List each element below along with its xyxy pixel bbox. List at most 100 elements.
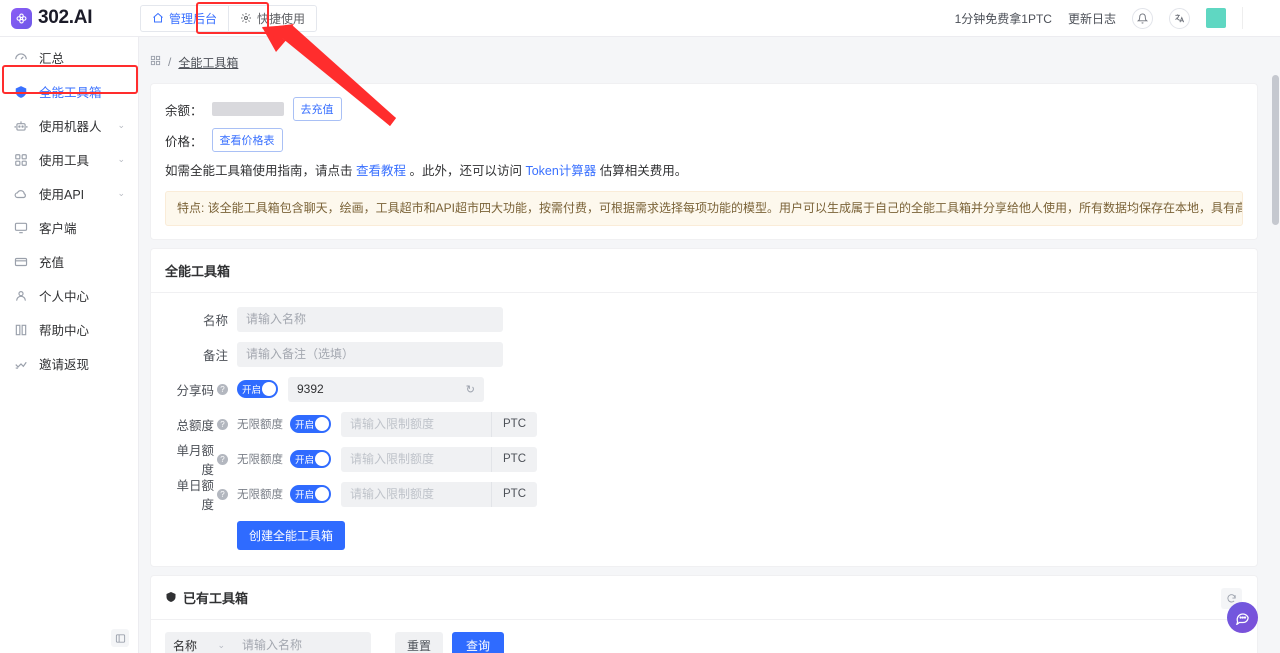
daily-quota-unlimited-label: 无限额度: [237, 489, 283, 502]
toolbox-icon: [165, 591, 177, 603]
filter-bar: 名称 ⌄ 重置 查询: [151, 620, 1257, 653]
sidebar-item-tools-label: 使用工具: [39, 154, 90, 168]
book-icon: [14, 323, 28, 337]
breadcrumb-separator: /: [168, 55, 172, 69]
avatar-right-pad: [1242, 7, 1268, 29]
token-calculator-link[interactable]: Token计算器: [525, 164, 596, 178]
create-toolbox-button[interactable]: 创建全能工具箱: [237, 520, 346, 550]
handshake-icon: [14, 357, 28, 371]
monthly-quota-input[interactable]: [341, 446, 491, 472]
total-quota-unit: PTC: [491, 411, 537, 437]
name-label: 名称: [202, 313, 228, 328]
toggle-knob: [315, 417, 329, 432]
name-row: 名称: [165, 306, 1243, 332]
page-scrollbar[interactable]: [1272, 75, 1279, 225]
monthly-quota-unit: PTC: [491, 446, 537, 472]
feature-notice: 特点: 该全能工具箱包含聊天，绘画，工具超市和API超市四大功能，按需付费，可根…: [165, 191, 1243, 226]
collapse-sidebar-icon[interactable]: [111, 629, 129, 647]
remark-input[interactable]: [237, 341, 503, 367]
translate-icon[interactable]: [1169, 7, 1190, 29]
tab-admin-console[interactable]: 管理后台: [140, 4, 229, 32]
reset-button[interactable]: 重置: [395, 631, 444, 653]
bell-icon[interactable]: [1132, 7, 1153, 29]
monthly-quota-label-text: 单月额度: [176, 444, 214, 478]
avatar[interactable]: [1206, 8, 1226, 28]
total-quota-label-text: 总额度: [176, 418, 214, 433]
sharecode-row: 分享码 ? 开启 9392 ↻: [165, 376, 1243, 402]
total-quota-label: 总额度 ?: [165, 415, 228, 434]
wallet-icon: [14, 255, 28, 269]
feature-notice-text: 特点: 该全能工具箱包含聊天，绘画，工具超市和API超市四大功能，按需付费，可根…: [177, 201, 1243, 215]
breadcrumb: / 全能工具箱: [139, 49, 1280, 75]
chevron-down-icon[interactable]: ⌄: [117, 188, 125, 199]
total-quota-toggle[interactable]: 开启: [290, 415, 331, 434]
tab-quick-use[interactable]: 快捷使用: [228, 4, 318, 32]
help-icon[interactable]: ?: [217, 383, 228, 395]
brand-name: 302.AI: [38, 7, 93, 28]
remark-label: 备注: [202, 348, 228, 363]
monthly-quota-label: 单月额度 ?: [165, 440, 228, 478]
view-price-table-button[interactable]: 查看价格表: [211, 128, 283, 152]
top-bar: 302.AI 管理后台 快捷使用 1分钟免费拿1PTC 更新日志: [0, 0, 1280, 37]
content-area: / 全能工具箱 余额： 去充值 价格： 查看价格表 如需全能工具箱使用指南，请点…: [139, 37, 1280, 653]
view-tutorial-link[interactable]: 查看教程: [356, 164, 406, 178]
sidebar-item-profile[interactable]: 个人中心: [0, 282, 138, 309]
sidebar: 汇总 全能工具箱 使用机器人 ⌄ 使用工具 ⌄ 使用API ⌄ 客户端 充值 个…: [0, 37, 139, 653]
daily-quota-label-text: 单日额度: [176, 479, 214, 513]
sharecode-toggle[interactable]: 开启: [237, 380, 278, 399]
home-icon: [152, 12, 164, 24]
sidebar-item-client[interactable]: 客户端: [0, 214, 138, 241]
grid-home-icon[interactable]: [150, 55, 161, 69]
monthly-quota-unlimited-label: 无限额度: [237, 454, 283, 467]
sidebar-item-api[interactable]: 使用API ⌄: [0, 180, 138, 207]
balance-row: 余额： 去充值: [165, 97, 1243, 121]
top-right-actions: 1分钟免费拿1PTC 更新日志: [955, 7, 1280, 29]
sidebar-item-toolbox[interactable]: 全能工具箱: [0, 78, 138, 105]
sidebar-item-tools[interactable]: 使用工具 ⌄: [0, 146, 138, 173]
refresh-icon[interactable]: ↻: [466, 383, 475, 396]
sidebar-item-summary-label: 汇总: [39, 52, 65, 66]
help-icon[interactable]: ?: [217, 418, 228, 430]
toggle-knob: [315, 487, 329, 502]
name-input[interactable]: [237, 306, 503, 332]
help-icon[interactable]: ?: [217, 453, 228, 465]
recharge-button[interactable]: 去充值: [292, 97, 342, 121]
monthly-quota-toggle[interactable]: 开启: [290, 450, 331, 469]
total-quota-toggle-label: 开启: [295, 420, 315, 432]
promo-link[interactable]: 1分钟免费拿1PTC: [955, 10, 1052, 27]
changelog-link[interactable]: 更新日志: [1068, 10, 1116, 27]
filter-field-select[interactable]: 名称 ⌄: [165, 632, 233, 653]
sidebar-item-invite[interactable]: 邀请返现: [0, 350, 138, 377]
tab-quick-use-label: 快捷使用: [257, 11, 306, 26]
chat-bubble-icon[interactable]: [1227, 602, 1258, 633]
daily-quota-row: 单日额度 ? 无限额度 开启 PTC: [165, 479, 1243, 512]
app-root: 302.AI 管理后台 快捷使用 1分钟免费拿1PTC 更新日志 汇总 全能工具…: [0, 0, 1280, 653]
breadcrumb-current[interactable]: 全能工具箱: [178, 54, 238, 71]
sidebar-item-invite-label: 邀请返现: [39, 358, 90, 372]
sidebar-item-summary[interactable]: 汇总: [0, 44, 138, 71]
filter-search-input[interactable]: [233, 632, 371, 653]
sidebar-item-toolbox-label: 全能工具箱: [39, 86, 102, 100]
chevron-down-icon[interactable]: ⌄: [117, 120, 125, 131]
sidebar-item-recharge[interactable]: 充值: [0, 248, 138, 275]
guide-text: 如需全能工具箱使用指南，请点击 查看教程 。此外，还可以访问 Token计算器 …: [165, 160, 1243, 179]
daily-quota-toggle[interactable]: 开启: [290, 485, 331, 504]
sidebar-item-robot[interactable]: 使用机器人 ⌄: [0, 112, 138, 139]
monthly-quota-switch-wrap: 无限额度 开启: [237, 450, 331, 469]
daily-quota-input[interactable]: [341, 481, 491, 507]
tab-admin-console-label: 管理后台: [169, 11, 218, 26]
search-button[interactable]: 查询: [452, 631, 505, 653]
top-tabs: 管理后台 快捷使用: [140, 0, 318, 37]
sharecode-field[interactable]: 9392 ↻: [288, 376, 484, 402]
total-quota-input[interactable]: [341, 411, 491, 437]
monthly-quota-row: 单月额度 ? 无限额度 开启 PTC: [165, 444, 1243, 477]
daily-quota-unit: PTC: [491, 481, 537, 507]
guide-suffix: 估算相关费用。: [596, 164, 688, 178]
guide-prefix: 如需全能工具箱使用指南，请点击: [165, 164, 356, 178]
monitor-icon: [14, 221, 28, 235]
chevron-down-icon[interactable]: ⌄: [117, 154, 125, 165]
sharecode-switch-wrap: 开启: [237, 380, 278, 399]
sidebar-item-help[interactable]: 帮助中心: [0, 316, 138, 343]
filter-field-select-value: 名称: [173, 638, 198, 653]
help-icon[interactable]: ?: [217, 488, 228, 500]
